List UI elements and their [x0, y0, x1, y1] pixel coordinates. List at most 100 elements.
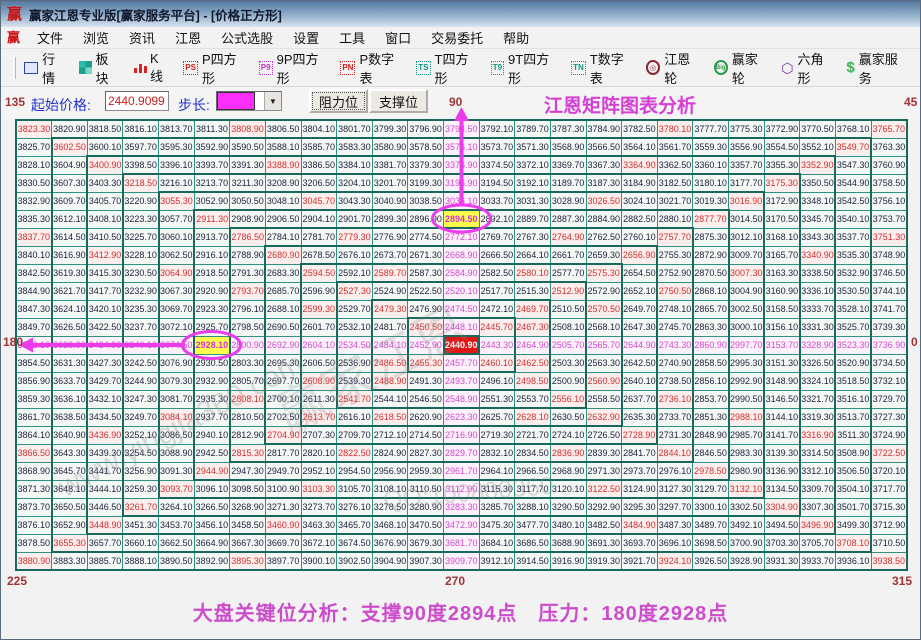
grid-cell[interactable]: 2496.10 [478, 371, 516, 391]
grid-cell[interactable]: 3746.50 [870, 263, 908, 283]
grid-cell[interactable]: 3160.90 [763, 281, 801, 301]
grid-cell[interactable]: 3391.30 [229, 155, 266, 175]
grid-cell[interactable]: 3400.90 [86, 155, 124, 175]
grid-cell[interactable]: 2983.30 [728, 443, 766, 463]
grid-cell[interactable]: 3662.50 [158, 533, 195, 553]
grid-cell[interactable]: 3499.30 [834, 515, 872, 535]
grid-cell[interactable]: 3105.70 [336, 479, 373, 499]
grid-cell[interactable]: 3549.70 [834, 137, 872, 157]
grid-cell[interactable]: 3120.10 [549, 479, 587, 499]
grid-cell[interactable]: 3727.30 [870, 407, 908, 427]
grid-cell[interactable]: 2755.30 [656, 245, 694, 265]
grid-cell[interactable]: 2563.30 [585, 353, 623, 373]
grid-cell[interactable]: 3717.70 [870, 479, 908, 499]
grid-cell[interactable]: 3165.70 [763, 245, 801, 265]
grid-cell[interactable]: 2536.90 [335, 353, 373, 373]
grid-cell[interactable]: 3626.50 [50, 317, 88, 337]
grid-cell[interactable]: 3213.70 [193, 173, 231, 193]
grid-cell[interactable]: 3439.30 [86, 443, 124, 463]
grid-cell[interactable]: 3741.70 [870, 299, 908, 319]
grid-cell[interactable]: 2913.70 [193, 227, 231, 247]
menu-item[interactable]: 浏览 [73, 26, 119, 49]
grid-cell[interactable]: 3888.10 [122, 551, 159, 571]
grid-cell[interactable]: 3100.90 [264, 479, 302, 499]
dropdown-arrow-icon[interactable]: ▼ [264, 92, 281, 110]
grid-cell[interactable]: 2805.70 [228, 371, 266, 391]
grid-cell[interactable]: 2659.30 [585, 245, 623, 265]
grid-cell[interactable]: 2911.30 [193, 209, 231, 229]
grid-cell[interactable]: 3547.30 [834, 155, 872, 175]
grid-cell[interactable]: 3537.70 [834, 227, 872, 247]
grid-cell[interactable]: 2560.90 [585, 371, 623, 391]
grid-cell[interactable]: 3199.30 [407, 173, 444, 193]
grid-cell[interactable]: 3326.50 [799, 353, 837, 373]
grid-cell[interactable]: 2863.30 [692, 317, 730, 337]
grid-cell[interactable]: 3818.50 [86, 119, 124, 139]
grid-cell[interactable]: 2517.70 [478, 281, 516, 301]
grid-cell[interactable]: 2601.70 [300, 317, 338, 337]
grid-cell[interactable]: 2666.50 [478, 245, 516, 265]
grid-cell[interactable]: 2956.90 [371, 461, 409, 481]
grid-cell[interactable]: 2479.30 [371, 299, 409, 319]
grid-cell[interactable]: 3273.70 [300, 497, 338, 517]
grid-cell[interactable]: 2750.50 [656, 281, 694, 301]
grid-cell[interactable]: 2961.70 [443, 461, 480, 481]
grid-cell[interactable]: 3352.90 [799, 155, 837, 175]
grid-cell[interactable]: 3264.10 [158, 497, 195, 517]
grid-cell[interactable]: 3525.70 [834, 317, 872, 337]
grid-cell[interactable]: 3336.10 [799, 281, 837, 301]
grid-cell[interactable]: 2887.30 [549, 209, 587, 229]
grid-cell[interactable]: 2510.50 [549, 299, 587, 319]
grid-cell[interactable]: 3508.90 [834, 443, 872, 463]
grid-cell[interactable]: 2827.30 [407, 443, 444, 463]
grid-cell[interactable]: 3002.50 [728, 299, 766, 319]
grid-cell[interactable]: 3000.10 [728, 317, 766, 337]
grid-cell[interactable]: 2990.50 [728, 389, 766, 409]
grid-cell[interactable]: 2947.30 [229, 461, 266, 481]
toolbar-item-9T四方形[interactable]: T9 9T四方形 [490, 49, 558, 87]
grid-cell[interactable]: 2868.10 [692, 281, 730, 301]
grid-cell[interactable]: 3122.50 [585, 479, 623, 499]
grid-cell[interactable]: 3763.30 [870, 137, 908, 157]
grid-cell[interactable]: 3592.90 [193, 137, 231, 157]
step-color-dropdown[interactable]: ▼ [216, 91, 282, 111]
grid-cell[interactable]: 3540.10 [834, 209, 872, 229]
toolbar-item-K线[interactable]: K线 [133, 51, 170, 85]
grid-cell[interactable]: 3849.70 [15, 317, 53, 337]
grid-cell[interactable]: 3134.50 [763, 479, 801, 499]
grid-cell[interactable]: 2985.70 [728, 425, 766, 445]
grid-cell[interactable]: 2460.10 [478, 353, 516, 373]
grid-cell[interactable]: 3280.90 [407, 497, 444, 517]
grid-cell[interactable]: 2570.50 [585, 299, 623, 319]
grid-cell[interactable]: 3192.10 [514, 173, 551, 193]
grid-cell[interactable]: 3316.90 [799, 425, 837, 445]
grid-cell[interactable]: 2443.30 [478, 335, 516, 355]
grid-cell[interactable]: 3384.10 [336, 155, 373, 175]
grid-cell[interactable]: 3060.10 [157, 227, 195, 247]
resistance-button[interactable]: 阻力位 [309, 89, 369, 113]
grid-cell[interactable]: 2445.70 [478, 317, 516, 337]
grid-cell[interactable]: 3472.90 [443, 515, 480, 535]
grid-cell[interactable]: 3830.50 [15, 173, 53, 193]
grid-cell[interactable]: 2740.90 [656, 353, 694, 373]
grid-cell[interactable]: 3146.50 [763, 389, 801, 409]
grid-cell[interactable]: 2522.50 [407, 281, 444, 301]
grid-cell[interactable]: 3576.10 [443, 137, 480, 157]
grid-cell[interactable]: 3393.70 [193, 155, 231, 175]
grid-cell[interactable]: 3247.30 [121, 389, 159, 409]
grid-cell[interactable]: 3045.70 [300, 191, 338, 211]
grid-cell[interactable]: 3616.90 [50, 245, 88, 265]
grid-cell[interactable]: 3148.90 [763, 371, 801, 391]
grid-cell[interactable]: 3655.30 [50, 533, 88, 553]
grid-cell[interactable]: 3292.90 [585, 497, 623, 517]
grid-cell[interactable]: 3720.10 [870, 461, 908, 481]
grid-cell[interactable]: 3235.30 [121, 299, 159, 319]
grid-cell[interactable]: 3672.10 [300, 533, 338, 553]
grid-cell[interactable]: 3928.90 [728, 551, 765, 571]
grid-cell[interactable]: 2808.10 [228, 389, 266, 409]
grid-cell[interactable]: 2625.70 [478, 407, 516, 427]
grid-cell[interactable]: 3604.90 [50, 155, 88, 175]
grid-cell[interactable]: 2870.50 [692, 263, 730, 283]
toolbar-item-P数字表[interactable]: PN P数字表 [340, 49, 403, 87]
grid-cell[interactable]: 3571.30 [514, 137, 551, 157]
